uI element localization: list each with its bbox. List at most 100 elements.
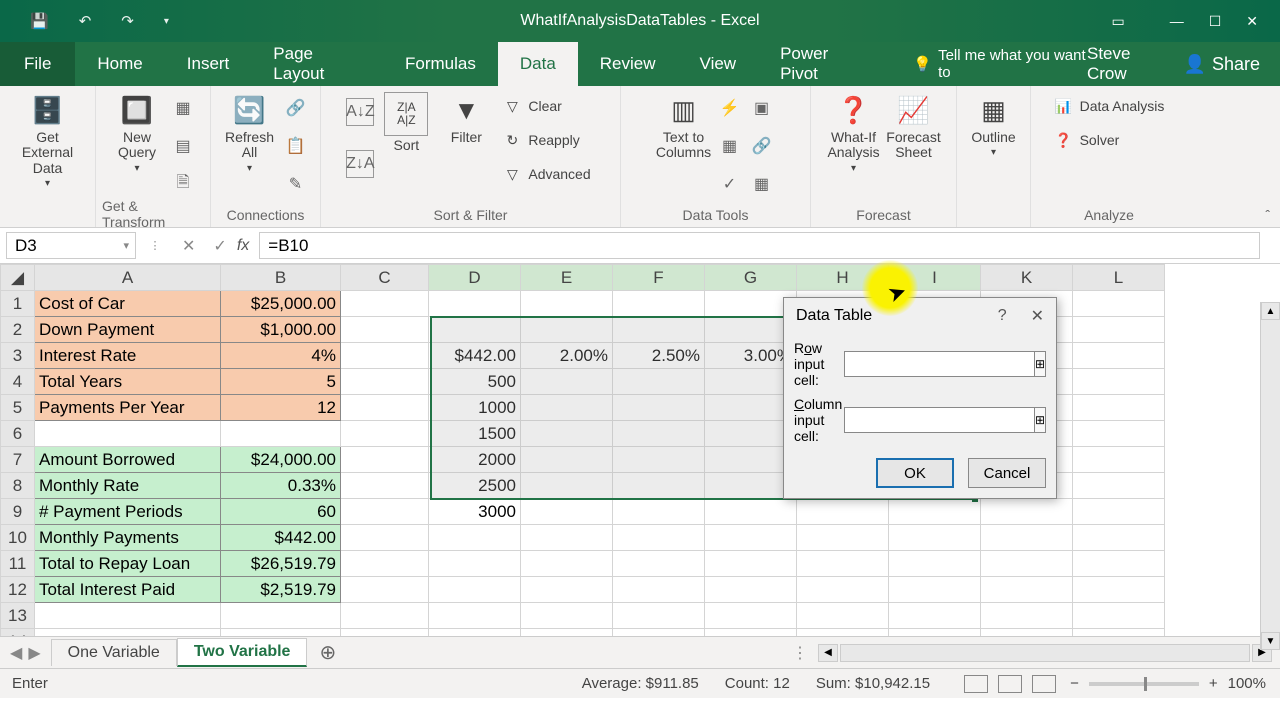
cell-A11[interactable]: Total to Repay Loan [35, 551, 221, 577]
sheet-nav-next-icon[interactable]: ▶ [28, 643, 40, 663]
row-header-8[interactable]: 8 [1, 473, 35, 499]
forecast-sheet[interactable]: 📈Forecast Sheet [886, 90, 942, 163]
row-header-14[interactable]: 14 [1, 629, 35, 637]
dialog-help-icon[interactable]: ? [998, 307, 1007, 325]
minimize-icon[interactable]: — [1170, 13, 1184, 29]
cell[interactable] [341, 291, 429, 317]
sort-asc-icon[interactable]: A↓Z [346, 98, 374, 126]
data-val-icon[interactable]: ✓ [716, 170, 744, 198]
cell[interactable] [341, 421, 429, 447]
cell[interactable]: 2.00% [521, 343, 613, 369]
cell-B11[interactable]: $26,519.79 [221, 551, 341, 577]
cell[interactable]: 2000 [429, 447, 521, 473]
zoom-in-icon[interactable]: + [1209, 675, 1218, 692]
tab-insert[interactable]: Insert [165, 42, 252, 86]
filter-button[interactable]: ▼Filter [438, 90, 494, 147]
tab-view[interactable]: View [678, 42, 759, 86]
view-page-break-icon[interactable] [1032, 675, 1056, 693]
advanced-button[interactable]: ▽Advanced [498, 162, 594, 186]
zoom-out-icon[interactable]: − [1070, 675, 1079, 692]
manage-model-icon[interactable]: ▦ [748, 170, 776, 198]
cell-A7[interactable]: Amount Borrowed [35, 447, 221, 473]
remove-dup-icon[interactable]: ▦ [716, 132, 744, 160]
cell-B6[interactable] [221, 421, 341, 447]
vertical-scrollbar[interactable]: ▲ ▼ [1260, 302, 1280, 650]
col-header-D[interactable]: D [429, 265, 521, 291]
scroll-up-icon[interactable]: ▲ [1261, 302, 1280, 320]
user-name[interactable]: Steve Crow [1087, 44, 1160, 84]
hscroll-track[interactable] [840, 644, 1250, 662]
name-box[interactable]: D3 [6, 232, 136, 259]
cell[interactable] [341, 343, 429, 369]
cell-A12[interactable]: Total Interest Paid [35, 577, 221, 603]
cell-B1[interactable]: $25,000.00 [221, 291, 341, 317]
row-header-6[interactable]: 6 [1, 421, 35, 447]
tab-file[interactable]: File [0, 42, 75, 86]
col-header-C[interactable]: C [341, 265, 429, 291]
cell[interactable]: 2500 [429, 473, 521, 499]
relationships-icon[interactable]: 🔗 [748, 132, 776, 160]
cell-A6[interactable] [35, 421, 221, 447]
col-header-E[interactable]: E [521, 265, 613, 291]
col-header-L[interactable]: L [1073, 265, 1165, 291]
cell[interactable]: 3000 [429, 499, 521, 525]
row-header-1[interactable]: 1 [1, 291, 35, 317]
cell-B10[interactable]: $442.00 [221, 525, 341, 551]
show-queries-icon[interactable]: ▦ [169, 94, 197, 122]
hscroll-left-icon[interactable]: ◀ [818, 644, 838, 662]
cell[interactable] [341, 499, 429, 525]
cell-B8[interactable]: 0.33% [221, 473, 341, 499]
redo-icon[interactable]: ↷ [121, 12, 134, 30]
cancel-formula-icon[interactable]: ✕ [182, 236, 195, 256]
get-external-data[interactable]: 🗄️Get External Data▾ [20, 90, 76, 191]
cell-B2[interactable]: $1,000.00 [221, 317, 341, 343]
sheet-nav-prev-icon[interactable]: ◀ [10, 643, 22, 663]
row-header-5[interactable]: 5 [1, 395, 35, 421]
cell-B4[interactable]: 5 [221, 369, 341, 395]
cell-A10[interactable]: Monthly Payments [35, 525, 221, 551]
col-header-F[interactable]: F [613, 265, 705, 291]
ok-button[interactable]: OK [876, 458, 954, 488]
fx-icon[interactable]: fx [237, 228, 257, 263]
worksheet-grid[interactable]: ◢ABCDEFGHIKL1 Cost of Car $25,000.00 2 D… [0, 264, 1280, 636]
select-all-cell[interactable]: ◢ [1, 265, 35, 291]
column-input-cell[interactable] [844, 407, 1035, 433]
undo-icon[interactable]: ↶ [79, 12, 92, 30]
refresh-all[interactable]: 🔄Refresh All▾ [222, 90, 278, 176]
cell[interactable] [341, 447, 429, 473]
cell-A8[interactable]: Monthly Rate [35, 473, 221, 499]
cell[interactable] [341, 577, 429, 603]
ribbon-display-icon[interactable]: ▭ [1111, 13, 1124, 30]
cell[interactable] [341, 603, 429, 629]
cell-B7[interactable]: $24,000.00 [221, 447, 341, 473]
row-header-11[interactable]: 11 [1, 551, 35, 577]
data-analysis-button[interactable]: 📊Data Analysis [1050, 94, 1169, 118]
connections-icon[interactable]: 🔗 [282, 94, 310, 122]
cell[interactable] [341, 525, 429, 551]
close-icon[interactable]: ✕ [1246, 13, 1258, 30]
col-header-K[interactable]: K [981, 265, 1073, 291]
cell[interactable]: 1500 [429, 421, 521, 447]
col-header-B[interactable]: B [221, 265, 341, 291]
cell[interactable] [341, 317, 429, 343]
flash-fill-icon[interactable]: ⚡ [716, 94, 744, 122]
row-input-cell[interactable] [844, 351, 1035, 377]
clear-button[interactable]: ▽Clear [498, 94, 594, 118]
from-table-icon[interactable]: ▤ [169, 132, 197, 160]
cell-B12[interactable]: $2,519.79 [221, 577, 341, 603]
formula-input[interactable]: =B10 [259, 232, 1260, 259]
sheet-tab-one-variable[interactable]: One Variable [51, 639, 177, 666]
edit-links-icon[interactable]: ✎ [282, 170, 310, 198]
scroll-down-icon[interactable]: ▼ [1261, 632, 1280, 650]
row-header-13[interactable]: 13 [1, 603, 35, 629]
collapse-ribbon-icon[interactable]: ˆ [1265, 207, 1270, 223]
row-header-12[interactable]: 12 [1, 577, 35, 603]
row-ref-picker-icon[interactable]: ⊞ [1034, 351, 1046, 377]
cell-A1[interactable]: Cost of Car [35, 291, 221, 317]
cell-A5[interactable]: Payments Per Year [35, 395, 221, 421]
dialog-close-icon[interactable]: ✕ [1031, 306, 1044, 326]
col-header-H[interactable]: H [797, 265, 889, 291]
row-header-7[interactable]: 7 [1, 447, 35, 473]
recent-sources-icon[interactable]: 🗎 [169, 170, 197, 198]
cell-A9[interactable]: # Payment Periods [35, 499, 221, 525]
